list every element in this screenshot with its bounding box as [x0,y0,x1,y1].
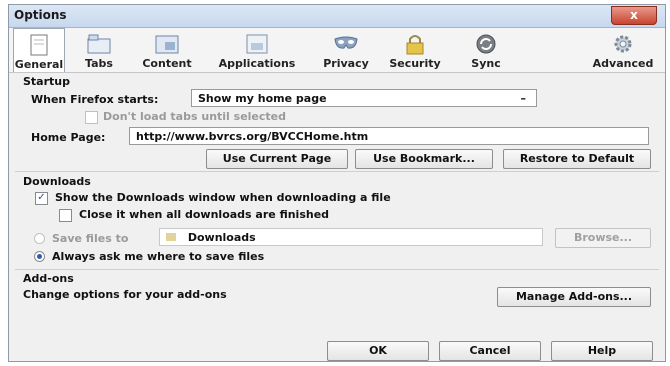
dont-load-tabs-checkbox[interactable] [85,111,98,124]
tab-label: Advanced [592,57,654,70]
download-folder-field[interactable]: Downloads [159,228,543,246]
close-it-checkbox[interactable] [59,209,72,222]
always-ask-radio[interactable] [34,251,45,262]
tab-general[interactable]: General [13,28,65,72]
use-current-page-button[interactable]: Use Current Page [206,149,348,169]
when-starts-select[interactable]: Show my home page – [191,89,537,107]
tab-tabs[interactable]: Tabs [73,28,125,72]
divider [15,269,659,270]
when-starts-value: Show my home page [198,92,327,105]
show-downloads-checkbox[interactable]: ✓ [35,192,48,205]
tab-sync[interactable]: Sync [459,28,513,72]
downloads-heading: Downloads [23,175,91,188]
addons-heading: Add-ons [23,272,74,285]
download-folder-value: Downloads [187,231,256,244]
help-button[interactable]: Help [551,341,653,361]
restore-default-button[interactable]: Restore to Default [503,149,651,169]
dont-load-tabs-label: Don't load tabs until selected [103,110,287,123]
general-icon [30,34,48,56]
use-bookmark-button[interactable]: Use Bookmark... [355,149,493,169]
tab-label: Content [142,57,192,70]
divider [15,171,659,172]
tab-advanced[interactable]: Advanced [587,28,659,72]
addons-description: Change options for your add-ons [23,288,227,301]
applications-icon [246,34,268,54]
check-icon: ✓ [37,192,46,203]
tab-security[interactable]: Security [383,28,447,72]
tab-label: Applications [218,57,296,70]
manage-addons-button[interactable]: Manage Add-ons... [497,287,651,307]
tab-privacy[interactable]: Privacy [315,28,377,72]
tab-label: Privacy [323,57,369,70]
window-title: Options [14,8,67,22]
chevron-down-icon: – [520,92,527,105]
pane-toolbar: General Tabs Content Applications Privac… [9,28,665,73]
when-starts-label: When Firefox starts: [31,93,159,106]
close-it-label: Close it when all downloads are finished [79,208,330,221]
title-bar: Options x [9,5,665,28]
tab-label: Tabs [85,57,113,70]
options-dialog: Options x General Tabs Content Applicati… [8,4,666,362]
home-page-label: Home Page: [31,131,106,144]
save-files-radio[interactable] [34,233,45,244]
tab-label: Security [389,57,441,70]
close-button[interactable]: x [611,6,657,25]
ok-button[interactable]: OK [327,341,429,361]
browse-button[interactable]: Browse... [555,228,651,248]
home-page-value: http://www.bvrcs.org/BVCCHome.htm [136,130,369,143]
cancel-button[interactable]: Cancel [439,341,541,361]
gear-icon [614,35,632,53]
show-downloads-label: Show the Downloads window when downloadi… [55,191,391,204]
content-icon [155,35,179,54]
tab-applications[interactable]: Applications [205,28,309,72]
padlock-icon [406,35,424,55]
startup-heading: Startup [23,75,70,88]
always-ask-label: Always ask me where to save files [52,250,265,263]
folder-icon [166,233,176,241]
home-page-field[interactable]: http://www.bvrcs.org/BVCCHome.htm [129,127,649,145]
save-files-label: Save files to [52,232,129,245]
close-icon: x [630,8,638,22]
tab-label: General [14,58,64,71]
tab-content[interactable]: Content [135,28,199,72]
privacy-mask-icon [334,36,358,49]
tabs-icon [87,34,111,54]
sync-icon [476,34,496,54]
tab-label: Sync [471,57,501,70]
